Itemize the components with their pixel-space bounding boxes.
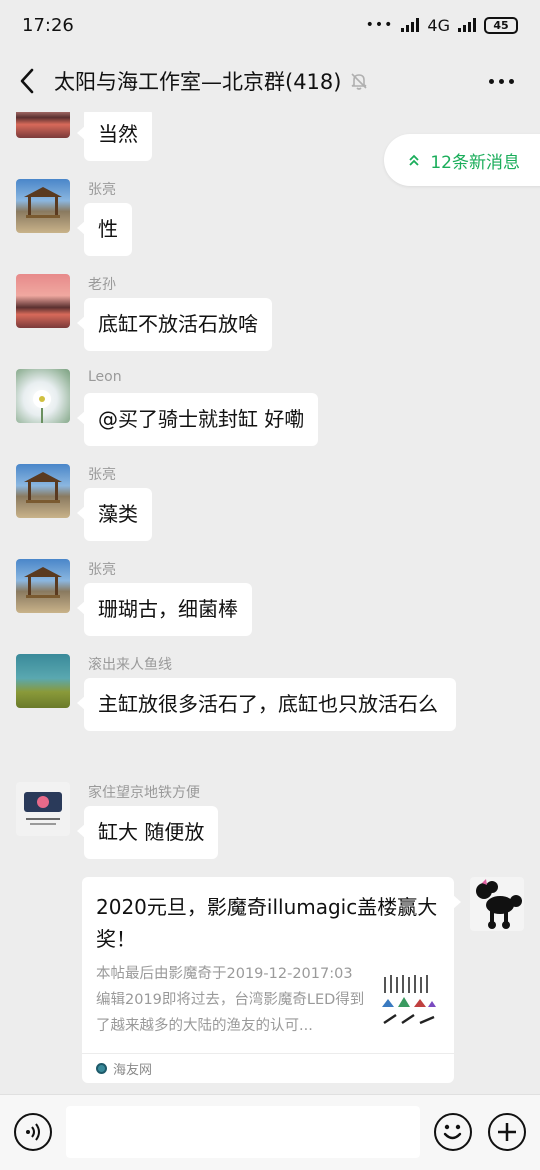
message-bubble[interactable]: @买了骑士就封缸 好嘞: [76, 393, 319, 446]
link-card-footer: 海友网: [82, 1053, 454, 1083]
status-bar: 17:26 ••• 4G 45: [0, 0, 540, 50]
sender-name: 家住望京地铁方便: [88, 785, 200, 801]
back-button[interactable]: [0, 50, 54, 112]
status-indicators: ••• 4G 45: [366, 16, 518, 35]
message-bubble[interactable]: 珊瑚古，细菌棒: [77, 583, 252, 636]
sender-name: 张亮: [88, 562, 116, 578]
link-card-description: 本帖最后由影魔奇于2019-12-2017:03编辑2019即将过去，台湾影魔奇…: [96, 966, 365, 1034]
signal-icon-2: [458, 18, 476, 32]
message-bubble[interactable]: 性: [77, 203, 132, 256]
reef-avatar[interactable]: [16, 654, 70, 708]
new-messages-label: 12条新消息: [430, 152, 520, 173]
new-messages-button[interactable]: 12条新消息: [384, 134, 540, 186]
input-bar: [0, 1094, 540, 1170]
chat-title: 太阳与海工作室—北京群(418): [54, 70, 342, 94]
message-bubble[interactable]: 藻类: [77, 488, 152, 541]
sunset-avatar[interactable]: [16, 112, 70, 138]
smiley-icon: [443, 1124, 462, 1140]
plus-icon: [498, 1123, 516, 1141]
signal-icon: [401, 18, 420, 32]
link-card-body: 本帖最后由影魔奇于2019-12-2017:03编辑2019即将过去，台湾影魔奇…: [82, 955, 454, 1053]
message-bubble[interactable]: 底缸不放活石放啥: [77, 298, 272, 351]
link-card-thumbnail: [378, 969, 440, 1031]
notification-dots-icon: •••: [365, 17, 394, 33]
site-logo-icon: [96, 1063, 107, 1074]
chat-area[interactable]: 当然 12条新消息 张亮 性 老孙 底缸不放活石放啥 Leon @买了骑士就封缸…: [0, 112, 540, 1094]
mute-bell-icon: [349, 70, 371, 92]
sender-name: 滚出来人鱼线: [88, 657, 172, 673]
sender-name: 张亮: [88, 467, 116, 483]
message-input[interactable]: [66, 1106, 420, 1158]
battery-icon: 45: [484, 16, 518, 34]
logo-avatar[interactable]: [16, 782, 70, 836]
voice-input-button[interactable]: [14, 1113, 52, 1151]
sunset-avatar[interactable]: [16, 274, 70, 328]
sender-name: Leon: [88, 369, 122, 385]
link-card-source: 海友网: [113, 1063, 153, 1078]
link-card[interactable]: 2020元旦，影魔奇illumagic盖楼赢大奖！ 本帖最后由影魔奇于2019-…: [82, 877, 461, 1083]
chevron-left-icon: [20, 68, 34, 94]
pavilion-avatar[interactable]: [16, 559, 70, 613]
pavilion-avatar[interactable]: [16, 464, 70, 518]
more-actions-button[interactable]: [488, 1113, 526, 1151]
network-type: 4G: [427, 15, 450, 35]
more-options-button[interactable]: [486, 68, 516, 94]
voice-wave-icon: [26, 1123, 40, 1141]
double-chevron-up-icon: [409, 154, 419, 166]
poodle-avatar[interactable]: [470, 877, 524, 931]
emoji-button[interactable]: [434, 1113, 472, 1151]
message-bubble[interactable]: 缸大 随便放: [76, 806, 219, 859]
message-bubble[interactable]: 主缸放很多活石了，底缸也只放活石么: [77, 678, 456, 731]
sender-name: 老孙: [88, 277, 116, 293]
sender-name: 张亮: [88, 182, 116, 198]
pavilion-avatar[interactable]: [16, 179, 70, 233]
nav-bar: 太阳与海工作室—北京群(418): [0, 50, 540, 112]
status-time: 17:26: [22, 14, 74, 36]
link-card-title: 2020元旦，影魔奇illumagic盖楼赢大奖！: [96, 895, 438, 951]
message-bubble[interactable]: 当然: [77, 112, 152, 161]
daisy-avatar[interactable]: [16, 369, 70, 423]
